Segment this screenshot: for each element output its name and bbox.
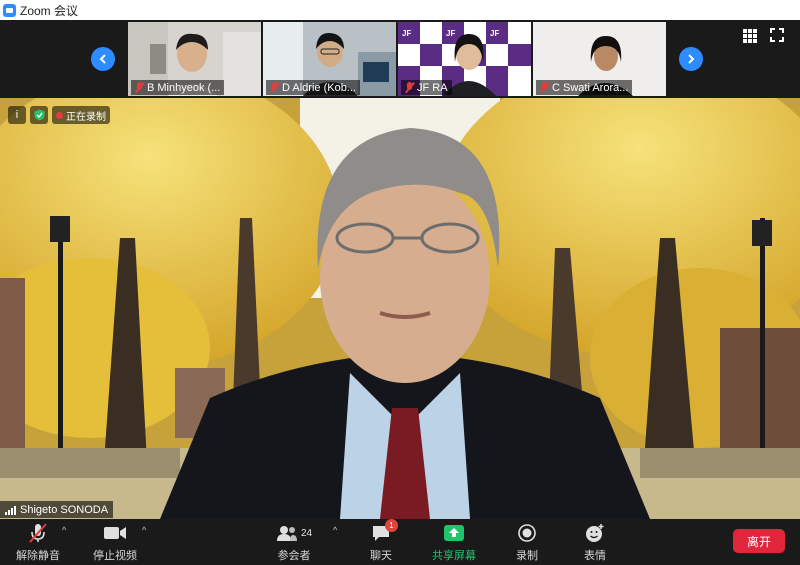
- stop-video-button[interactable]: 停止视频: [93, 521, 137, 563]
- mic-muted-icon: [270, 82, 279, 93]
- signal-strength-icon: [5, 505, 16, 515]
- share-screen-icon: [444, 525, 464, 541]
- smiley-icon: [586, 524, 604, 542]
- chat-button[interactable]: 1 聊天: [370, 519, 398, 563]
- participant-name-label: C Swati Arora...: [536, 80, 633, 95]
- thumbnail-strip: B Minhyeok (... D Aldrie (Kob... JF JF J…: [0, 20, 800, 98]
- mic-muted-icon: [405, 82, 414, 93]
- speaker-name-label: Shigeto SONODA: [0, 501, 114, 518]
- chevron-right-icon: [688, 54, 695, 64]
- svg-text:JF: JF: [402, 29, 411, 38]
- svg-text:JF: JF: [446, 29, 455, 38]
- reactions-button[interactable]: 表情: [584, 521, 606, 563]
- mic-muted-icon: [135, 82, 144, 93]
- participant-name-label: B Minhyeok (...: [131, 80, 225, 95]
- meeting-toolbar: 解除静音 ^ 停止视频 ^ 24 参会者 ^ 1 聊天 共享屏幕 录制 表情 离…: [0, 519, 800, 565]
- main-speaker-view: i 正在录制 Shigeto SONODA: [0, 98, 800, 519]
- participant-tile[interactable]: D Aldrie (Kob...: [263, 22, 396, 96]
- participant-name-label: D Aldrie (Kob...: [266, 80, 360, 95]
- video-camera-icon: [104, 527, 126, 539]
- title-bar: Zoom 会议: [0, 0, 800, 20]
- speaker-video: [0, 98, 800, 519]
- leave-meeting-button[interactable]: 离开: [733, 529, 785, 553]
- chat-unread-badge: 1: [385, 519, 398, 532]
- svg-text:JF: JF: [490, 29, 499, 38]
- participant-tile[interactable]: C Swati Arora...: [533, 22, 666, 96]
- participant-count: 24: [301, 527, 313, 539]
- recording-indicator: 正在录制: [52, 106, 110, 124]
- unmute-button[interactable]: 解除静音: [16, 521, 60, 563]
- record-button[interactable]: 录制: [516, 521, 538, 563]
- prev-page-button[interactable]: [91, 47, 115, 71]
- zoom-logo-icon: [3, 3, 16, 17]
- record-dot-icon: [56, 111, 63, 119]
- mic-muted-icon: [540, 82, 549, 93]
- audio-options-caret-icon[interactable]: ^: [62, 525, 66, 535]
- gallery-view-icon[interactable]: [743, 29, 757, 43]
- record-icon: [518, 524, 536, 542]
- video-options-caret-icon[interactable]: ^: [142, 525, 146, 535]
- participants-icon: [277, 526, 297, 541]
- chevron-left-icon: [99, 54, 106, 64]
- participant-name-label: JF RA: [401, 80, 452, 95]
- participant-tile[interactable]: JF JF JF JF RA: [398, 22, 531, 96]
- participants-caret-icon[interactable]: ^: [333, 525, 337, 535]
- info-icon[interactable]: i: [8, 106, 26, 124]
- shield-icon[interactable]: [30, 106, 48, 124]
- window-title: Zoom 会议: [20, 3, 79, 18]
- share-screen-button[interactable]: 共享屏幕: [432, 521, 476, 563]
- fullscreen-icon[interactable]: [770, 28, 784, 42]
- next-page-button[interactable]: [679, 47, 703, 71]
- meeting-info-overlay: i 正在录制: [8, 106, 110, 124]
- participants-button[interactable]: 24 参会者: [276, 521, 312, 563]
- participant-tile[interactable]: B Minhyeok (...: [128, 22, 261, 96]
- microphone-muted-icon: [29, 523, 47, 543]
